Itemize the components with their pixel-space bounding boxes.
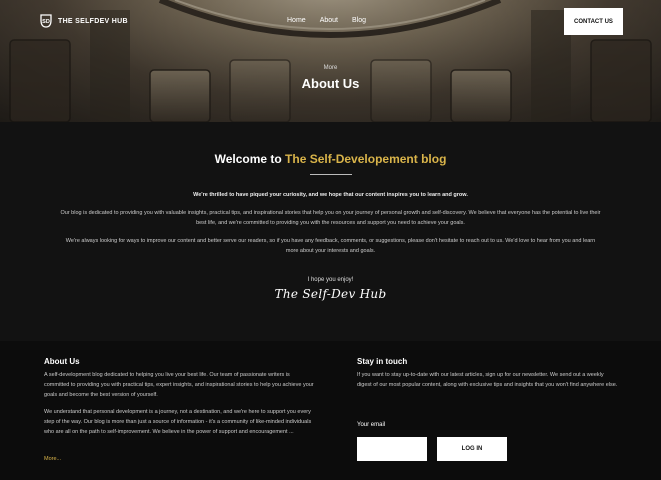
footer: About Us A self-development blog dedicat…	[0, 341, 661, 480]
page-title: About Us	[301, 76, 360, 91]
hero-kicker: More	[323, 65, 338, 71]
login-button[interactable]: LOG IN	[437, 437, 507, 461]
nav-home[interactable]: Home	[287, 17, 306, 24]
hero-banner: SD THE SELFDEV HUB Home About Blog CONTA…	[0, 0, 661, 122]
welcome-heading-plain: Welcome to	[214, 152, 286, 166]
nav-blog[interactable]: Blog	[352, 17, 366, 24]
welcome-lead: We're thrilled to have piqued your curio…	[193, 192, 468, 198]
email-label: Your email	[357, 422, 386, 428]
footer-stay-text: If you want to stay up-to-date with our …	[357, 372, 618, 388]
more-link[interactable]: More...	[44, 456, 61, 462]
closing-line: I hope you enjoy!	[307, 277, 354, 283]
brand[interactable]: SD THE SELFDEV HUB	[40, 14, 128, 28]
footer-about-paragraph-1: A self-development blog dedicated to hel…	[44, 372, 314, 398]
welcome-paragraph-2: We're always looking for ways to improve…	[65, 238, 596, 254]
brand-name: THE SELFDEV HUB	[58, 17, 128, 25]
footer-about-paragraph-2: We understand that personal development …	[44, 409, 312, 435]
welcome-section: Welcome to The Self-Developement blog We…	[0, 122, 661, 341]
welcome-heading-accent: The Self-Developement blog	[285, 152, 447, 166]
signature: The Self-Dev Hub	[274, 287, 387, 301]
welcome-heading: Welcome to The Self-Developement blog	[0, 152, 661, 166]
footer-about-heading: About Us	[44, 357, 80, 366]
nav-about[interactable]: About	[320, 17, 338, 24]
contact-us-button[interactable]: CONTACT US	[564, 8, 623, 35]
welcome-paragraph-1: Our blog is dedicated to providing you w…	[60, 210, 601, 226]
footer-stay-heading: Stay in touch	[357, 357, 408, 366]
email-field[interactable]	[357, 437, 427, 461]
main-nav: Home About Blog	[287, 17, 366, 24]
sd-monogram-logo-icon: SD	[40, 14, 52, 28]
svg-text:SD: SD	[42, 19, 50, 25]
divider	[310, 174, 352, 175]
